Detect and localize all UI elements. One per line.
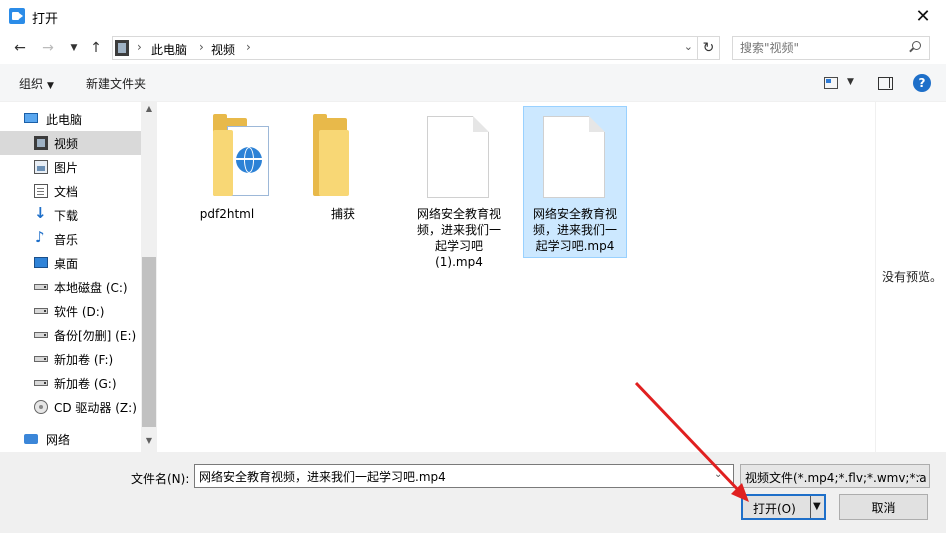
arrow-line [634,381,744,496]
red-annotation-arrow [634,381,749,502]
